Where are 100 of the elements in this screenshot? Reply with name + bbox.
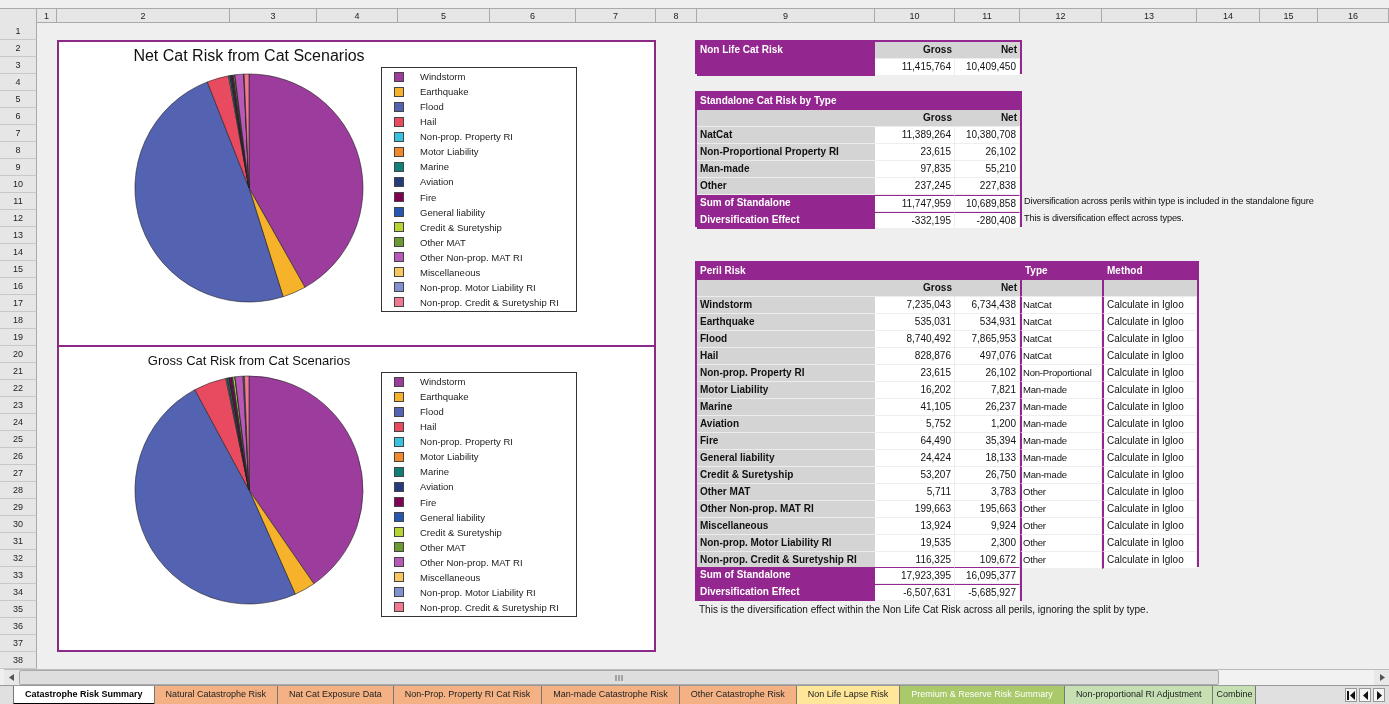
row-header[interactable]: 6 bbox=[0, 108, 37, 125]
row-header[interactable]: 30 bbox=[0, 516, 37, 533]
table-cell: Calculate in Igloo bbox=[1102, 501, 1197, 518]
row-header[interactable]: 23 bbox=[0, 397, 37, 414]
sheet-tab[interactable]: Nat Cat Exposure Data bbox=[277, 686, 394, 704]
row-header[interactable]: 10 bbox=[0, 176, 37, 193]
row-header[interactable]: 37 bbox=[0, 635, 37, 652]
sheet-tab[interactable]: Non Life Lapse Risk bbox=[795, 686, 901, 704]
table-cell: Calculate in Igloo bbox=[1102, 467, 1197, 484]
table-cell: 7,235,043 bbox=[875, 297, 955, 314]
row-header[interactable]: 3 bbox=[0, 57, 37, 74]
row-label: Flood bbox=[697, 331, 875, 348]
sheet-tab[interactable]: Man-made Catastrophe Risk bbox=[541, 686, 680, 704]
row-header[interactable]: 38 bbox=[0, 652, 37, 669]
column-header[interactable]: 11 bbox=[955, 9, 1020, 23]
row-header[interactable]: 13 bbox=[0, 227, 37, 244]
column-header[interactable]: 1 bbox=[37, 9, 57, 23]
first-sheet-button[interactable] bbox=[1345, 688, 1357, 702]
row-header[interactable]: 7 bbox=[0, 125, 37, 142]
row-header[interactable]: 15 bbox=[0, 261, 37, 278]
table-cell: 10,380,708 bbox=[955, 127, 1020, 144]
table-cell: 8,740,492 bbox=[875, 331, 955, 348]
column-header[interactable]: 2 bbox=[57, 9, 230, 23]
row-header[interactable]: 19 bbox=[0, 329, 37, 346]
table-cell: Calculate in Igloo bbox=[1102, 433, 1197, 450]
column-header[interactable]: 15 bbox=[1260, 9, 1318, 23]
row-header[interactable]: 33 bbox=[0, 567, 37, 584]
column-header[interactable]: 14 bbox=[1197, 9, 1260, 23]
table-cell: 10,409,450 bbox=[955, 59, 1020, 76]
previous-sheet-button[interactable] bbox=[1359, 688, 1371, 702]
sheet-tab[interactable]: Combine bbox=[1212, 686, 1257, 704]
table-cell: NatCat bbox=[1020, 348, 1102, 365]
table-cell: Calculate in Igloo bbox=[1102, 297, 1197, 314]
column-header[interactable]: 4 bbox=[317, 9, 398, 23]
row-label: Earthquake bbox=[697, 314, 875, 331]
row-label: Fire bbox=[697, 433, 875, 450]
row-label: Non-prop. Property RI bbox=[697, 365, 875, 382]
column-header[interactable]: 5 bbox=[398, 9, 490, 23]
row-header[interactable]: 4 bbox=[0, 74, 37, 91]
table-cell: -6,507,631 bbox=[875, 584, 955, 601]
row-label: Other bbox=[697, 178, 875, 195]
column-header[interactable]: 13 bbox=[1102, 9, 1197, 23]
row-header[interactable]: 11 bbox=[0, 193, 37, 210]
table-title: Non Life Cat Risk bbox=[697, 42, 875, 76]
row-header[interactable]: 14 bbox=[0, 244, 37, 261]
table-title: Standalone Cat Risk by Type bbox=[697, 93, 1020, 110]
row-header[interactable]: 22 bbox=[0, 380, 37, 397]
column-header[interactable]: 12 bbox=[1020, 9, 1102, 23]
column-header[interactable]: 6 bbox=[490, 9, 576, 23]
row-header[interactable]: 12 bbox=[0, 210, 37, 227]
row-header[interactable]: 18 bbox=[0, 312, 37, 329]
next-sheet-button[interactable] bbox=[1373, 688, 1385, 702]
sheet-tab[interactable]: Non-proportional RI Adjustment bbox=[1063, 686, 1214, 704]
row-header[interactable]: 29 bbox=[0, 499, 37, 516]
row-header[interactable]: 25 bbox=[0, 431, 37, 448]
row-header[interactable]: 9 bbox=[0, 159, 37, 176]
column-header[interactable]: 3 bbox=[230, 9, 317, 23]
row-header[interactable]: 17 bbox=[0, 295, 37, 312]
row-header[interactable]: 24 bbox=[0, 414, 37, 431]
row-header[interactable]: 36 bbox=[0, 618, 37, 635]
sheet-tab[interactable]: Catastrophe Risk Summary bbox=[13, 686, 155, 704]
table-cell: Calculate in Igloo bbox=[1102, 484, 1197, 501]
table-cell: Calculate in Igloo bbox=[1102, 552, 1197, 569]
table-cell: 5,752 bbox=[875, 416, 955, 433]
column-header[interactable]: 7 bbox=[576, 9, 656, 23]
row-header[interactable]: 2 bbox=[0, 40, 37, 57]
row-label: Diversification Effect bbox=[697, 584, 875, 601]
row-header[interactable]: 8 bbox=[0, 142, 37, 159]
table-cell: NatCat bbox=[1020, 297, 1102, 314]
row-label: Sum of Standalone bbox=[697, 567, 875, 584]
row-label: Aviation bbox=[697, 416, 875, 433]
table-cell: 53,207 bbox=[875, 467, 955, 484]
sheet-tab[interactable]: Natural Catastrophe Risk bbox=[153, 686, 279, 704]
row-label: Sum of Standalone bbox=[697, 195, 875, 212]
row-header[interactable]: 35 bbox=[0, 601, 37, 618]
row-header[interactable]: 32 bbox=[0, 550, 37, 567]
row-header[interactable]: 1 bbox=[0, 23, 37, 40]
row-header[interactable]: 20 bbox=[0, 346, 37, 363]
row-header[interactable]: 34 bbox=[0, 584, 37, 601]
table-cell: 55,210 bbox=[955, 161, 1020, 178]
row-header[interactable]: 27 bbox=[0, 465, 37, 482]
column-header[interactable]: 9 bbox=[697, 9, 875, 23]
column-header[interactable]: 8 bbox=[656, 9, 697, 23]
row-header[interactable]: 26 bbox=[0, 448, 37, 465]
column-heading: Method bbox=[1102, 263, 1197, 280]
row-header[interactable]: 21 bbox=[0, 363, 37, 380]
sheet-tab[interactable]: Non-Prop. Property RI Cat Risk bbox=[392, 686, 543, 704]
row-header[interactable]: 5 bbox=[0, 91, 37, 108]
row-header[interactable]: 31 bbox=[0, 533, 37, 550]
table-cell: 13,924 bbox=[875, 518, 955, 535]
column-header[interactable]: 16 bbox=[1318, 9, 1389, 23]
row-label: General liability bbox=[697, 450, 875, 467]
column-header[interactable]: 10 bbox=[875, 9, 955, 23]
sheet-tab[interactable]: Other Catastrophe Risk bbox=[678, 686, 797, 704]
row-header[interactable]: 28 bbox=[0, 482, 37, 499]
row-header[interactable]: 16 bbox=[0, 278, 37, 295]
legend-label: Hail bbox=[420, 421, 437, 433]
table-cell: 26,102 bbox=[955, 144, 1020, 161]
row-label: Credit & Suretyship bbox=[697, 467, 875, 484]
table-cell: 97,835 bbox=[875, 161, 955, 178]
